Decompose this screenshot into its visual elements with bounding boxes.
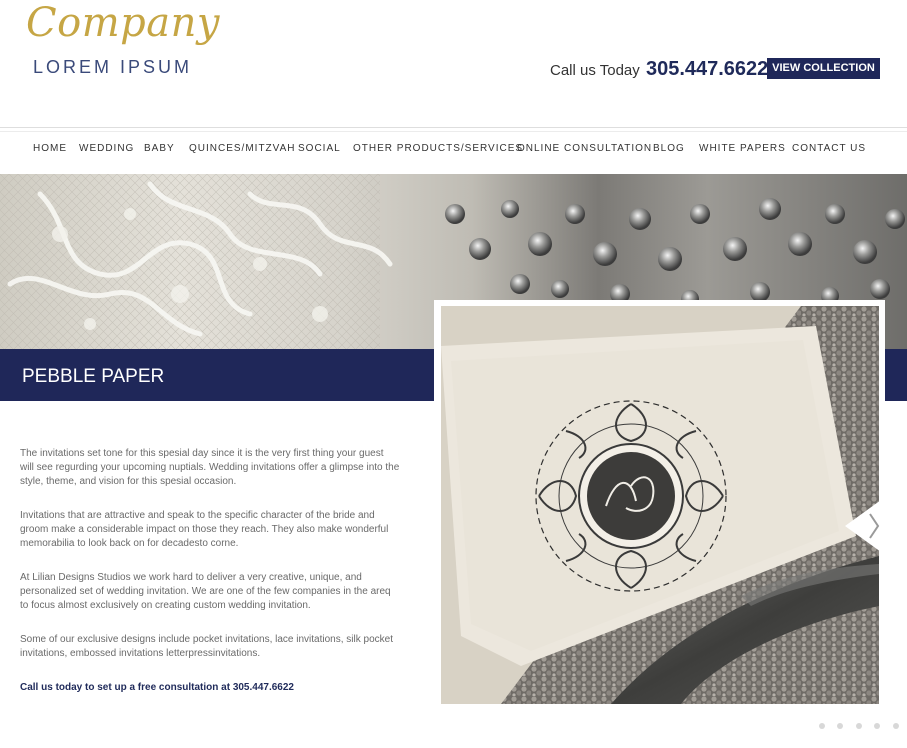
view-collection-button[interactable]: VIEW COLLECTION (767, 58, 880, 79)
nav-online-consultation[interactable]: ONLINE CONSULTATION (517, 143, 652, 154)
nav-white-papers[interactable]: WHITE PAPERS (699, 143, 786, 154)
main-nav: HOME WEDDING BABY QUINCES/MITZVAH SOCIAL… (0, 143, 907, 163)
slider-dot-1[interactable] (819, 723, 825, 729)
slider-dot-2[interactable] (837, 723, 844, 729)
phone-number[interactable]: 305.447.6622 (646, 58, 768, 80)
nav-other-products-services[interactable]: OTHER PRODUCTS/SERVICES (353, 143, 523, 154)
nav-quinces-mitzvah[interactable]: QUINCES/MITZVAH (189, 143, 295, 154)
paragraph-studio: At Lilian Designs Studios we work hard t… (20, 572, 391, 611)
page-title: PEBBLE PAPER (22, 366, 165, 387)
slider-pagination (819, 716, 907, 729)
logo-subtitle[interactable]: LOREM IPSUM (33, 57, 192, 78)
nav-home[interactable]: HOME (33, 143, 67, 154)
intro-text: The invitations set tone for this spesia… (20, 447, 400, 715)
invitation-photo (441, 306, 879, 704)
paragraph-designs: Some of our exclusive designs include po… (20, 634, 393, 659)
slider-dot-4[interactable] (874, 723, 881, 729)
logo-wordmark[interactable]: Company (26, 0, 220, 46)
consultation-cta[interactable]: Call us today to set up a free consultat… (20, 681, 400, 695)
header-divider-secondary (0, 131, 907, 132)
invitation-illustration (441, 306, 879, 704)
chevron-right-icon (845, 500, 881, 552)
slider-dot-5[interactable] (892, 723, 899, 729)
call-us: Call us Today 305.447.6622 (550, 58, 768, 81)
paragraph-intro: The invitations set tone for this spesia… (20, 448, 400, 487)
nav-social[interactable]: SOCIAL (298, 143, 341, 154)
nav-wedding[interactable]: WEDDING (79, 143, 134, 154)
paragraph-impact: Invitations that are attractive and spea… (20, 510, 389, 549)
nav-baby[interactable]: BABY (144, 143, 175, 154)
site-header: Company LOREM IPSUM Call us Today 305.44… (0, 0, 907, 128)
header-divider (0, 127, 907, 128)
call-us-label: Call us Today (550, 62, 640, 79)
nav-contact-us[interactable]: CONTACT US (792, 143, 866, 154)
slider-next-button[interactable] (845, 500, 881, 552)
slider-dot-3[interactable] (855, 723, 862, 729)
nav-blog[interactable]: BLOG (653, 143, 685, 154)
